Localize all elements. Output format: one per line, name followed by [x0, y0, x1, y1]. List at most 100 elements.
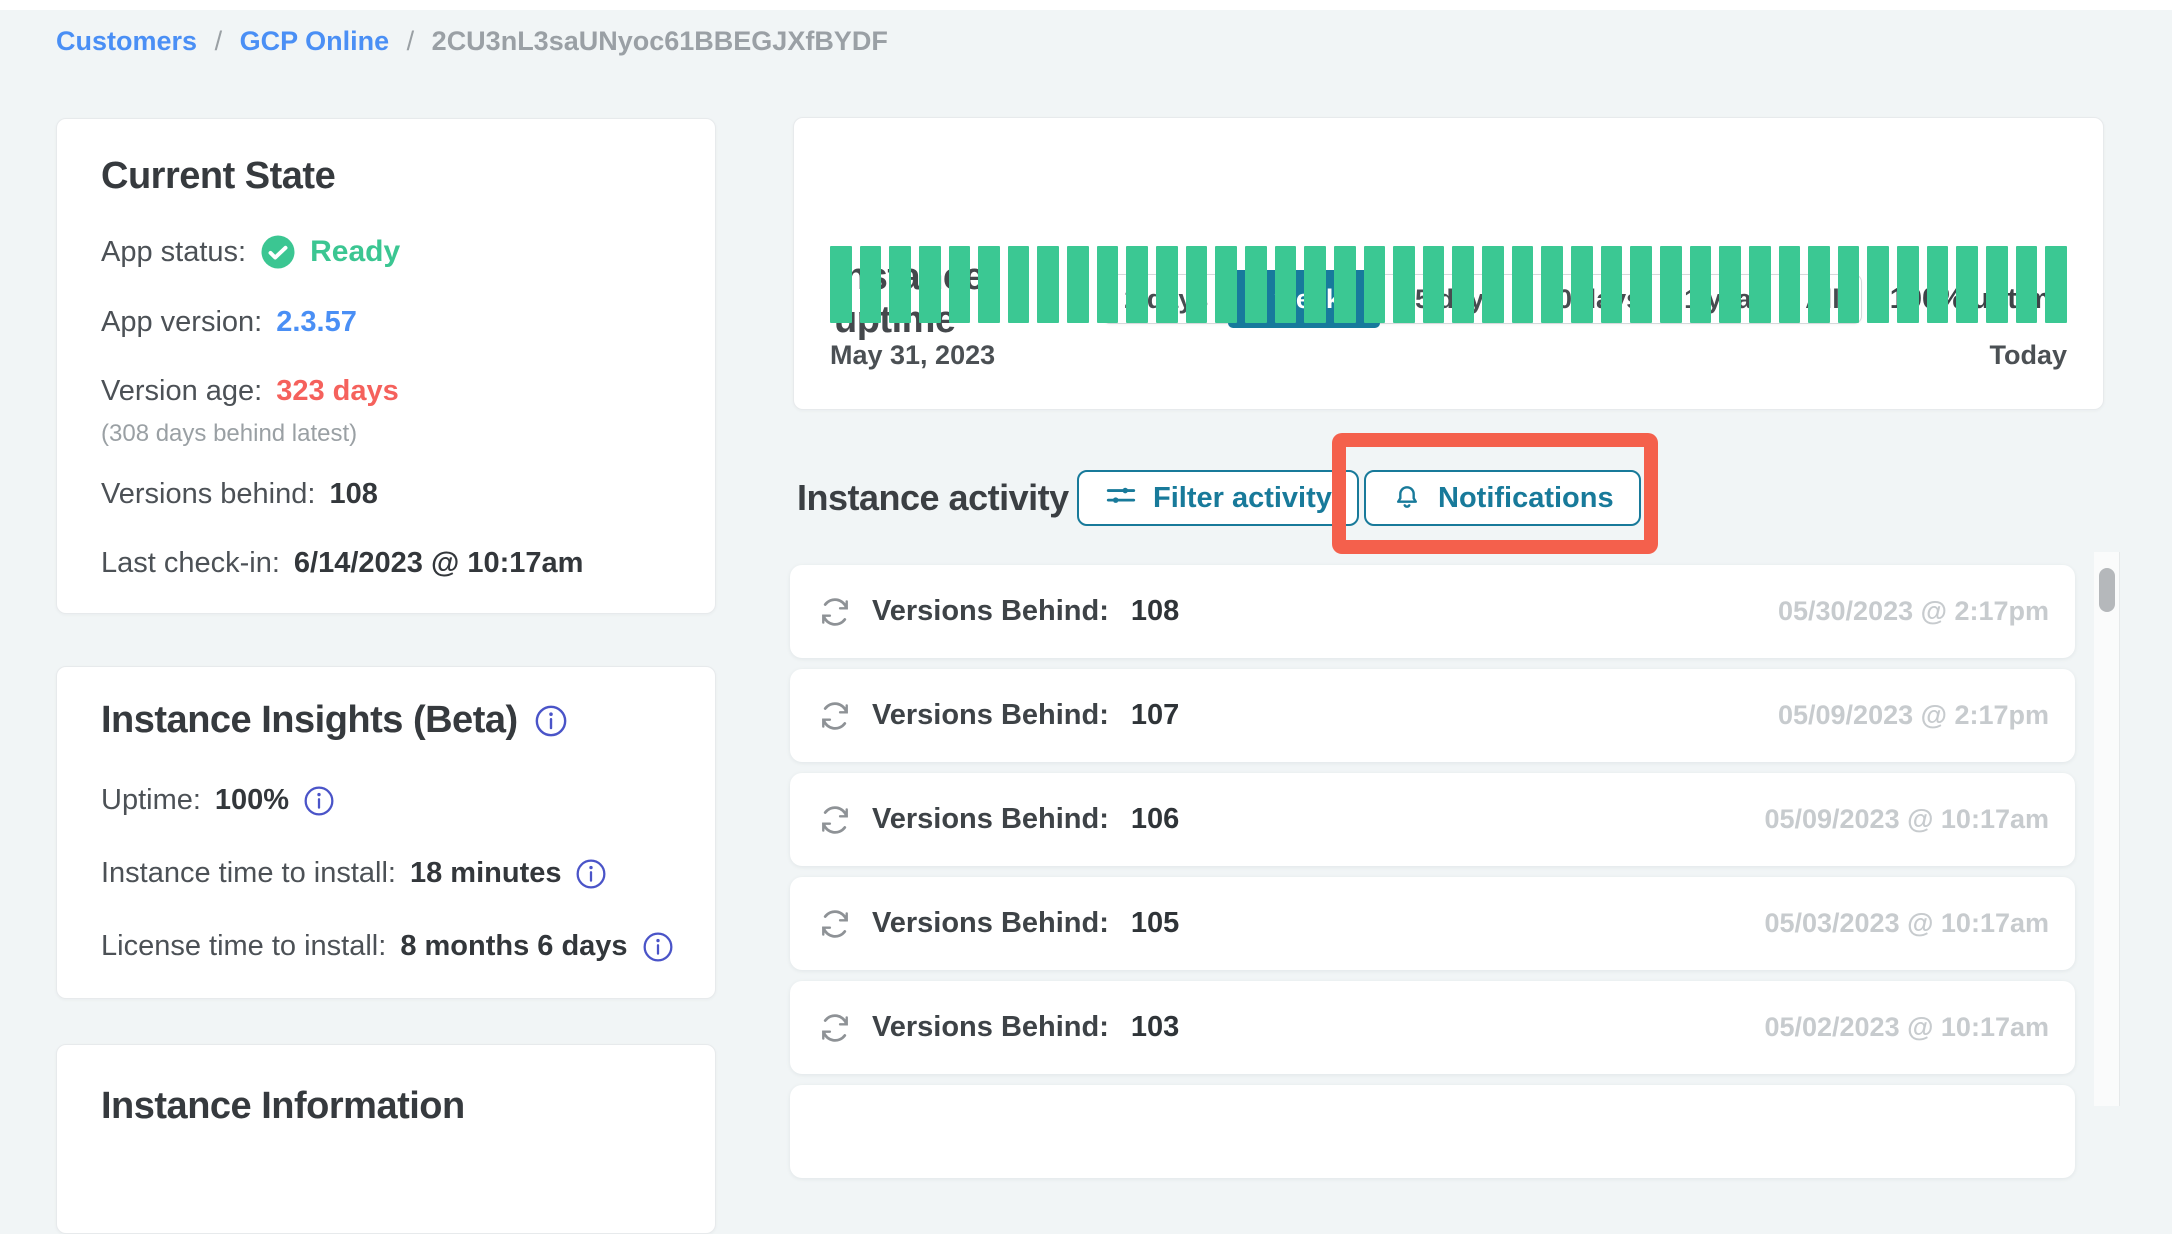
- instance-install-label: Instance time to install:: [101, 857, 396, 890]
- activity-row-value: 105: [1131, 907, 1179, 940]
- breadcrumb-customer-link[interactable]: GCP Online: [240, 26, 390, 56]
- uptime-bar: [1512, 246, 1534, 323]
- uptime-bar: [1838, 246, 1860, 323]
- uptime-bar: [1126, 246, 1148, 323]
- uptime-bar: [1097, 246, 1119, 323]
- bell-icon: [1391, 482, 1423, 514]
- activity-row-timestamp: 05/03/2023 @ 10:17am: [1764, 908, 2049, 939]
- notifications-label: Notifications: [1438, 482, 1614, 515]
- sync-icon: [816, 697, 854, 735]
- uptime-bar: [1393, 246, 1415, 323]
- uptime-axis: May 31, 2023 Today: [830, 340, 2067, 371]
- app-version-label: App version:: [101, 306, 262, 339]
- activity-row-label: Versions Behind:: [872, 1011, 1109, 1044]
- info-icon[interactable]: [303, 785, 335, 817]
- last-checkin-label: Last check-in:: [101, 547, 280, 580]
- uptime-bar: [1927, 246, 1949, 323]
- list-item-partial[interactable]: [790, 1085, 2075, 1178]
- sliders-icon: [1104, 481, 1138, 515]
- uptime-bar: [1749, 246, 1771, 323]
- info-icon[interactable]: [642, 931, 674, 963]
- sync-icon: [816, 1009, 854, 1047]
- uptime-bar: [919, 246, 941, 323]
- last-checkin-value: 6/14/2023 @ 10:17am: [294, 547, 584, 580]
- breadcrumb: Customers / GCP Online / 2CU3nL3saUNyoc6…: [56, 26, 888, 57]
- license-install-label: License time to install:: [101, 930, 386, 963]
- breadcrumb-separator: /: [215, 26, 223, 56]
- version-age-value: 323 days: [276, 375, 399, 408]
- sync-icon: [816, 801, 854, 839]
- uptime-bar: [1719, 246, 1741, 323]
- instance-detail-page: { "colors": { "link_blue": "#4a8ff5", "t…: [0, 0, 2172, 1106]
- uptime-bar: [1304, 246, 1326, 323]
- uptime-bar: [2045, 246, 2067, 323]
- uptime-bar: [1690, 246, 1712, 323]
- activity-row-label: Versions Behind:: [872, 803, 1109, 836]
- uptime-bar: [1808, 246, 1830, 323]
- filter-activity-button[interactable]: Filter activity: [1077, 470, 1359, 526]
- list-item[interactable]: Versions Behind: 107 05/09/2023 @ 2:17pm: [790, 669, 2075, 762]
- uptime-bar: [1779, 246, 1801, 323]
- uptime-bar: [1630, 246, 1652, 323]
- uptime-bar: [1897, 246, 1919, 323]
- uptime-bar: [1245, 246, 1267, 323]
- instance-activity-heading: Instance activity: [797, 477, 1069, 519]
- app-version-value[interactable]: 2.3.57: [276, 306, 357, 339]
- instance-install-value: 18 minutes: [410, 857, 562, 890]
- sync-icon: [816, 905, 854, 943]
- uptime-bar: [1601, 246, 1623, 323]
- activity-row-label: Versions Behind:: [872, 907, 1109, 940]
- uptime-bar: [860, 246, 882, 323]
- breadcrumb-instance-id: 2CU3nL3saUNyoc61BBEGJXfBYDF: [432, 26, 888, 56]
- filter-activity-label: Filter activity: [1153, 482, 1332, 515]
- uptime-bar: [1008, 246, 1030, 323]
- license-install-value: 8 months 6 days: [400, 930, 627, 963]
- uptime-bar: [978, 246, 1000, 323]
- version-age-label: Version age:: [101, 375, 262, 408]
- list-item[interactable]: Versions Behind: 103 05/02/2023 @ 10:17a…: [790, 981, 2075, 1074]
- app-status-row: App status: Ready: [101, 234, 675, 270]
- uptime-bar: [1364, 246, 1386, 323]
- activity-row-label: Versions Behind:: [872, 699, 1109, 732]
- uptime-bar: [1067, 246, 1089, 323]
- info-icon[interactable]: [575, 858, 607, 890]
- uptime-bar: [1452, 246, 1474, 323]
- instance-information-card: Instance Information: [56, 1044, 716, 1234]
- check-circle-icon: [260, 234, 296, 270]
- uptime-bar: [1541, 246, 1563, 323]
- activity-row-timestamp: 05/09/2023 @ 10:17am: [1764, 804, 2049, 835]
- instance-information-title: Instance Information: [101, 1085, 675, 1128]
- activity-scrollbar-track[interactable]: [2094, 552, 2120, 1106]
- list-item[interactable]: Versions Behind: 106 05/09/2023 @ 10:17a…: [790, 773, 2075, 866]
- uptime-bar: [1037, 246, 1059, 323]
- app-status-value: Ready: [310, 235, 400, 269]
- uptime-bar: [1956, 246, 1978, 323]
- activity-scrollbar-thumb[interactable]: [2099, 568, 2115, 612]
- uptime-bar: [1186, 246, 1208, 323]
- uptime-start-label: May 31, 2023: [830, 340, 995, 371]
- notifications-button[interactable]: Notifications: [1364, 470, 1641, 526]
- list-item[interactable]: Versions Behind: 105 05/03/2023 @ 10:17a…: [790, 877, 2075, 970]
- activity-row-value: 107: [1131, 699, 1179, 732]
- instance-insights-title: Instance Insights (Beta): [101, 699, 518, 742]
- activity-list: Versions Behind: 108 05/30/2023 @ 2:17pm…: [790, 565, 2075, 1189]
- uptime-bar: [1215, 246, 1237, 323]
- activity-row-timestamp: 05/09/2023 @ 2:17pm: [1778, 700, 2049, 731]
- list-item[interactable]: Versions Behind: 108 05/30/2023 @ 2:17pm: [790, 565, 2075, 658]
- activity-row-value: 106: [1131, 803, 1179, 836]
- uptime-bar: [1660, 246, 1682, 323]
- uptime-bar: [1156, 246, 1178, 323]
- breadcrumb-customers-link[interactable]: Customers: [56, 26, 197, 56]
- info-icon[interactable]: [534, 704, 568, 738]
- top-strip: [0, 0, 2172, 10]
- activity-row-timestamp: 05/30/2023 @ 2:17pm: [1778, 596, 2049, 627]
- uptime-bar: [1275, 246, 1297, 323]
- uptime-bar: [1334, 246, 1356, 323]
- instance-uptime-card: Instance uptime 2 days 2 weeks 45 days 9…: [793, 117, 2104, 410]
- uptime-label: Uptime:: [101, 784, 201, 817]
- uptime-value: 100%: [215, 784, 289, 817]
- version-age-row: Version age: 323 days: [101, 375, 675, 408]
- uptime-bar: [1482, 246, 1504, 323]
- sync-icon: [816, 593, 854, 631]
- instance-install-row: Instance time to install: 18 minutes: [101, 857, 675, 890]
